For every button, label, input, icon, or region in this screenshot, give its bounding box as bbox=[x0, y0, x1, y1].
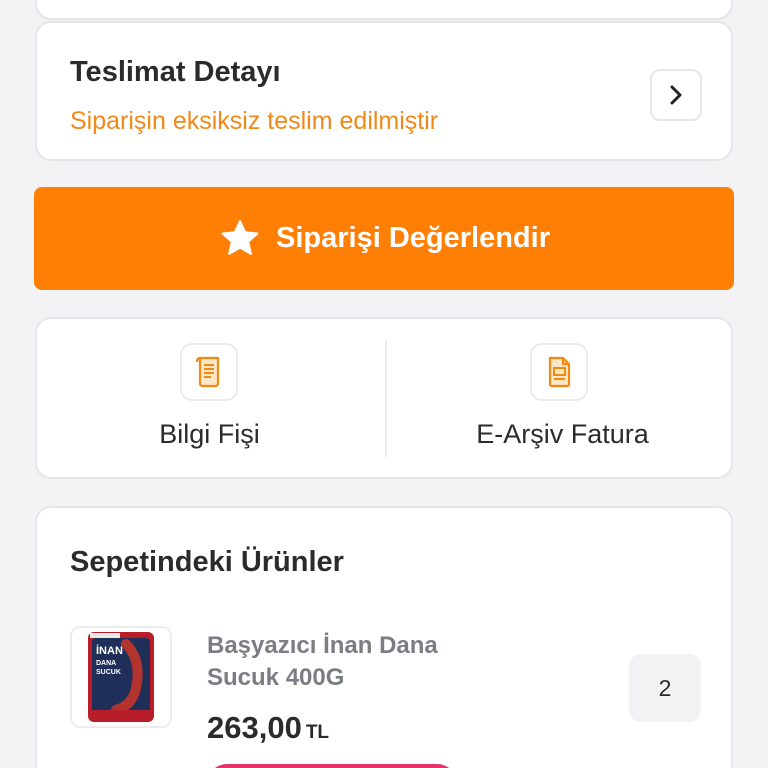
documents-card: Bilgi Fişi E-Arşiv Fatura bbox=[35, 317, 733, 479]
product-name: Başyazıcı İnan Dana Sucuk 400G bbox=[207, 632, 438, 691]
svg-text:DANA: DANA bbox=[96, 660, 116, 667]
info-receipt-item[interactable]: Bilgi Fişi bbox=[37, 319, 386, 477]
product-price: 263,00 TL bbox=[207, 710, 329, 746]
star-icon bbox=[218, 217, 262, 261]
price-currency: TL bbox=[305, 722, 330, 743]
price-value: 263,00 bbox=[207, 710, 302, 745]
delivery-status: Siparişin eksiksiz teslim edilmiştir bbox=[70, 107, 439, 135]
delivery-title: Teslimat Detayı bbox=[70, 56, 281, 88]
info-receipt-label: Bilgi Fişi bbox=[159, 419, 260, 449]
delivery-details-card[interactable]: Teslimat Detayı Siparişin eksiksiz tesli… bbox=[35, 21, 733, 161]
e-archive-invoice-item[interactable]: E-Arşiv Fatura bbox=[386, 319, 735, 477]
basket-products-card: Sepetindeki Ürünler İNAN DANA SUCUK Başy… bbox=[35, 506, 733, 768]
svg-text:İNAN: İNAN bbox=[96, 644, 123, 657]
rate-order-label: Siparişi Değerlendir bbox=[276, 222, 550, 254]
delivery-details-button[interactable] bbox=[650, 69, 702, 121]
invoice-icon bbox=[530, 343, 588, 401]
receipt-icon bbox=[180, 343, 238, 401]
e-archive-invoice-label: E-Arşiv Fatura bbox=[476, 419, 649, 449]
product-image[interactable]: İNAN DANA SUCUK bbox=[70, 626, 172, 728]
rate-order-button[interactable]: Siparişi Değerlendir bbox=[34, 187, 734, 290]
product-action-button[interactable] bbox=[207, 764, 457, 768]
chevron-right-icon bbox=[670, 85, 682, 105]
quantity-badge: 2 bbox=[629, 654, 701, 722]
basket-title: Sepetindeki Ürünler bbox=[70, 546, 344, 578]
previous-card bbox=[35, 0, 733, 20]
svg-text:SUCUK: SUCUK bbox=[96, 669, 121, 676]
